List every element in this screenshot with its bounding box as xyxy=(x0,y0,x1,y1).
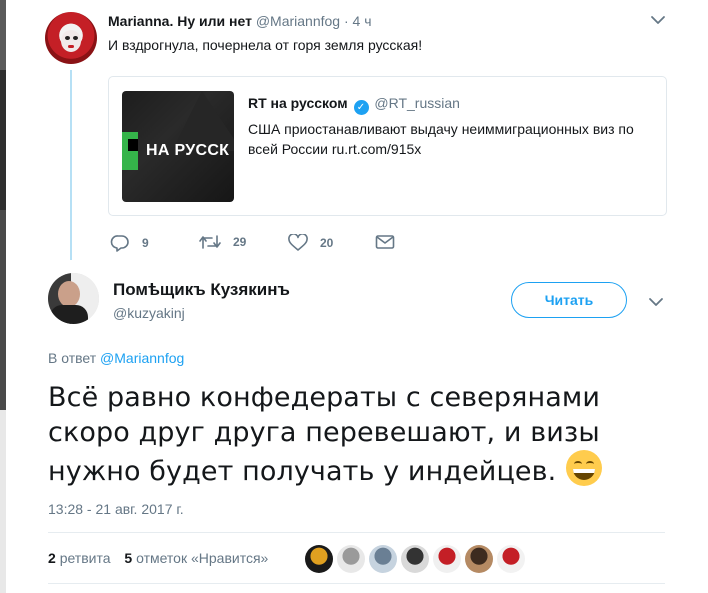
divider xyxy=(48,583,665,584)
background-strip xyxy=(0,0,6,593)
likes-stat[interactable]: 5 отметок «Нравится» xyxy=(124,550,268,566)
divider xyxy=(48,532,665,533)
quoted-tweet-card[interactable]: НА РУССК RT на русском ✓ @RT_russian США… xyxy=(108,76,667,216)
reply-context: В ответ @Mariannfog xyxy=(48,350,184,366)
likes-stat-label: отметок «Нравится» xyxy=(136,550,269,566)
reply-to-handle-link[interactable]: @Mariannfog xyxy=(100,350,184,366)
liker-avatar[interactable] xyxy=(337,545,365,573)
message-icon xyxy=(375,235,395,249)
top-tweet-author-handle[interactable]: @Mariannfog xyxy=(256,13,340,29)
liker-avatar[interactable] xyxy=(465,545,493,573)
main-tweet-body: Всё равно конфедераты с северянами скоро… xyxy=(48,381,648,490)
direct-message-button[interactable] xyxy=(375,234,407,250)
quoted-tweet-text: США приостанавливают выдачу неиммиграцио… xyxy=(248,121,634,157)
reply-button[interactable]: 9 xyxy=(110,234,149,252)
quoted-tweet-header: RT на русском ✓ @RT_russian xyxy=(248,95,460,115)
top-tweet-header: Marianna. Ну или нет @Mariannfog · 4 ч xyxy=(108,13,372,29)
engagement-stats: 2 ретвита 5 отметок «Нравится» xyxy=(48,550,268,566)
thread-connector-line xyxy=(70,70,72,260)
main-tweet-timestamp[interactable]: 13:28 - 21 авг. 2017 г. xyxy=(48,501,184,517)
retweets-stat[interactable]: 2 ретвита xyxy=(48,550,111,566)
retweet-button[interactable]: 29 xyxy=(199,234,246,250)
likes-stat-count: 5 xyxy=(124,550,133,566)
liker-avatar[interactable] xyxy=(401,545,429,573)
chevron-down-icon[interactable] xyxy=(648,296,664,308)
retweets-stat-label: ретвита xyxy=(59,550,111,566)
verified-icon: ✓ xyxy=(353,100,369,115)
like-count: 20 xyxy=(320,236,334,250)
main-tweet-author-handle[interactable]: @kuzyakinj xyxy=(113,305,185,321)
top-tweet-author-name[interactable]: Marianna. Ну или нет xyxy=(108,13,252,29)
follow-button[interactable]: Читать xyxy=(511,282,627,318)
liker-avatar[interactable] xyxy=(433,545,461,573)
retweets-stat-count: 2 xyxy=(48,550,56,566)
liker-avatar[interactable] xyxy=(497,545,525,573)
quoted-author-name[interactable]: RT на русском xyxy=(248,95,348,111)
avatar-marianna[interactable] xyxy=(45,12,97,64)
image-caption: НА РУССК xyxy=(146,142,230,159)
reply-prefix: В ответ xyxy=(48,350,97,366)
like-icon xyxy=(288,234,308,251)
liker-avatar[interactable] xyxy=(369,545,397,573)
reply-count: 9 xyxy=(142,236,149,250)
quoted-author-handle[interactable]: @RT_russian xyxy=(374,95,460,111)
retweet-count: 29 xyxy=(233,235,247,249)
retweet-icon xyxy=(199,235,221,249)
main-tweet-author-name[interactable]: Помѣщикъ Кузякинъ xyxy=(113,280,290,300)
main-tweet-text: Всё равно конфедераты с северянами скоро… xyxy=(48,382,600,487)
top-tweet-text: И вздрогнула, почернела от горя земля ру… xyxy=(108,37,423,53)
like-button[interactable]: 20 xyxy=(288,234,333,252)
chevron-down-icon[interactable] xyxy=(650,14,666,26)
reply-icon xyxy=(110,235,129,252)
top-tweet-time[interactable]: · 4 ч xyxy=(344,13,372,29)
grinning-emoji-icon xyxy=(566,450,603,486)
quoted-tweet-image[interactable]: НА РУССК xyxy=(122,91,234,202)
liker-avatar[interactable] xyxy=(305,545,333,573)
avatar-kuzyakin[interactable] xyxy=(48,273,99,324)
